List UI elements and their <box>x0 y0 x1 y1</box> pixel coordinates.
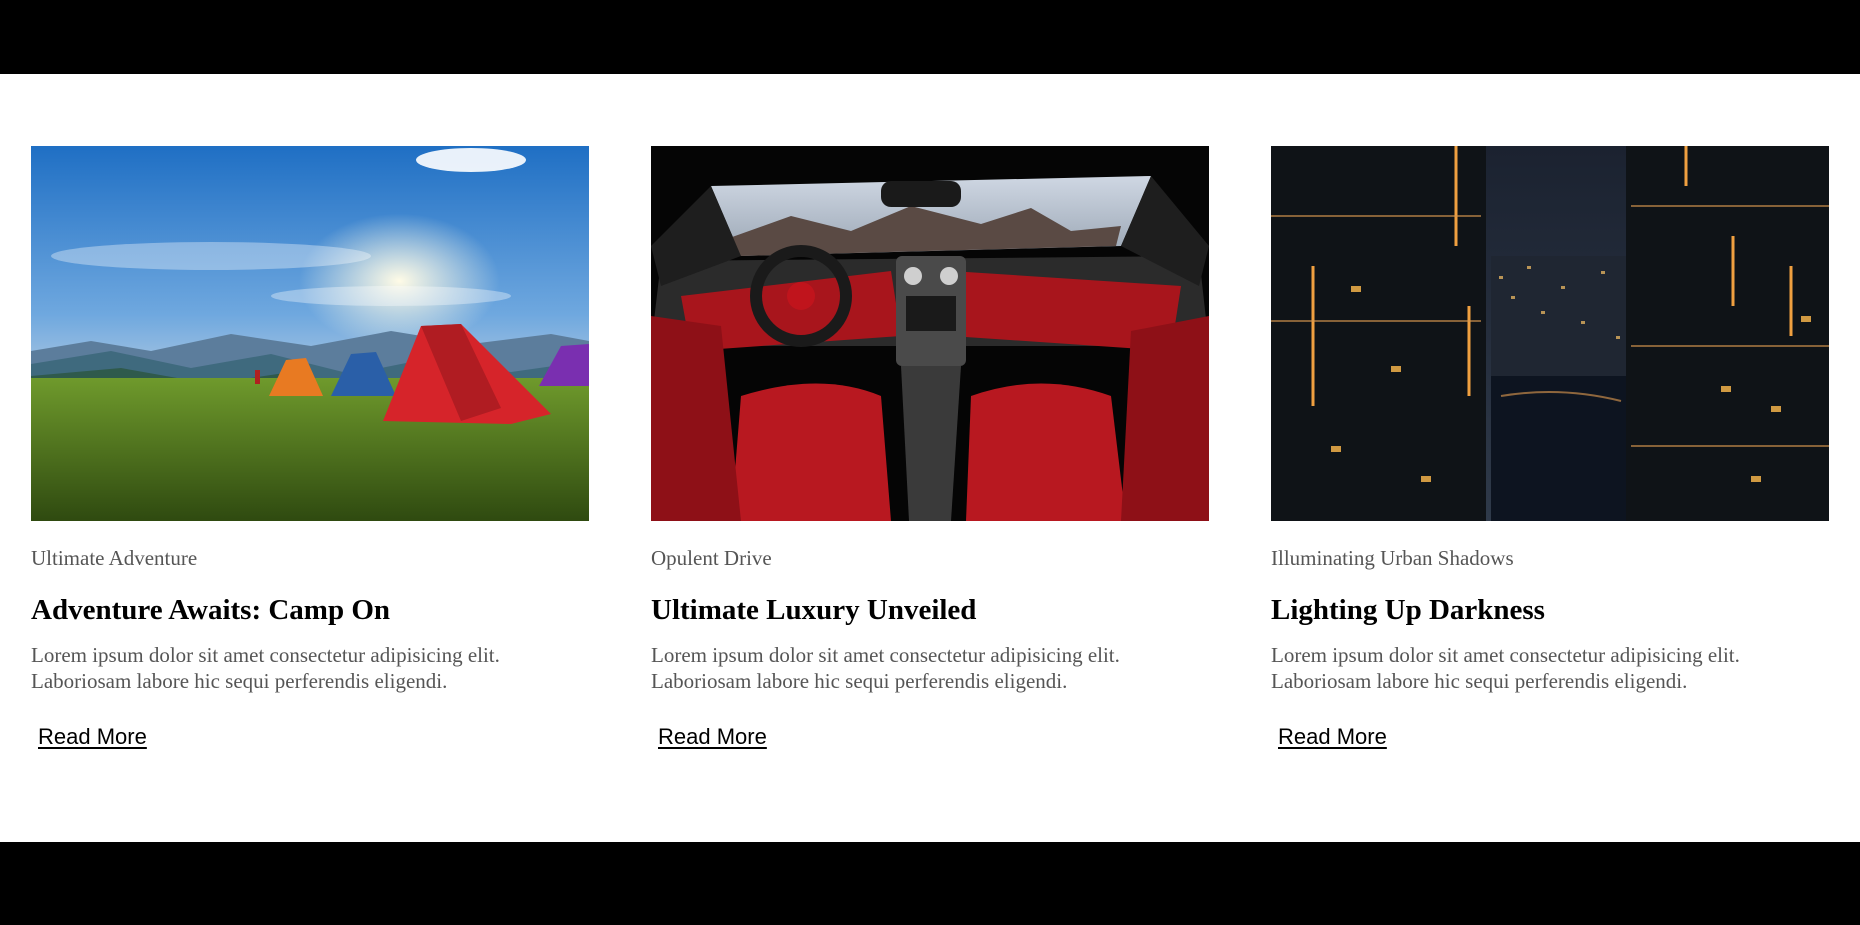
card-category: Ultimate Adventure <box>31 546 198 570</box>
card-urban: Illuminating Urban Shadows Lighting Up D… <box>1271 146 1829 750</box>
card-title: Lighting Up Darkness <box>1271 594 1545 626</box>
card-grid: Ultimate Adventure Adventure Awaits: Cam… <box>31 146 1829 750</box>
card-description: Lorem ipsum dolor sit amet consectetur a… <box>651 643 1120 693</box>
card-adventure: Ultimate Adventure Adventure Awaits: Cam… <box>31 146 589 750</box>
card-title: Adventure Awaits: Camp On <box>31 594 391 626</box>
card-title: Ultimate Luxury Unveiled <box>651 594 977 626</box>
night-city-image <box>1271 146 1829 521</box>
bottom-band <box>0 842 1860 925</box>
camping-tents-image <box>31 146 589 521</box>
read-more-link[interactable]: Read More <box>1278 724 1387 750</box>
card-description: Lorem ipsum dolor sit amet consectetur a… <box>1271 643 1740 693</box>
top-band <box>0 0 1860 74</box>
read-more-link[interactable]: Read More <box>38 724 147 750</box>
card-description: Lorem ipsum dolor sit amet consectetur a… <box>31 643 500 693</box>
card-category: Illuminating Urban Shadows <box>1271 546 1514 570</box>
red-car-interior-image <box>651 146 1209 521</box>
card-category: Opulent Drive <box>651 546 772 570</box>
card-luxury: Opulent Drive Ultimate Luxury Unveiled L… <box>651 146 1209 750</box>
read-more-link[interactable]: Read More <box>658 724 767 750</box>
